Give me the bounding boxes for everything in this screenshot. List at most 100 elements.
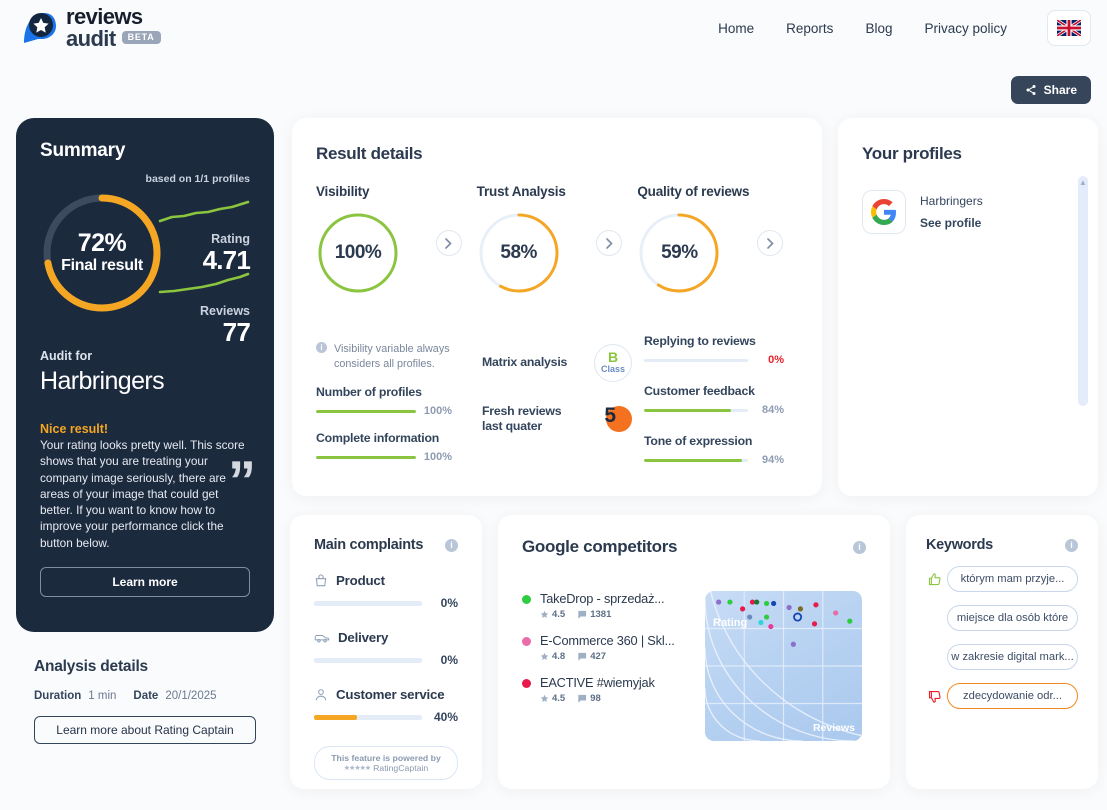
- comment-icon: [578, 652, 587, 661]
- rating-label: Rating: [211, 232, 250, 246]
- rating-captain-button[interactable]: Learn more about Rating Captain: [34, 716, 256, 744]
- info-icon[interactable]: i: [445, 538, 458, 552]
- competitor-row[interactable]: E-Commerce 360 | Skl... 4.8 427: [522, 633, 697, 662]
- complaint-product-track: [314, 600, 422, 606]
- summary-based-on: based on 1/1 profiles: [145, 173, 250, 185]
- chevron-right-icon: [766, 237, 774, 249]
- scatter-x-axis-label: Reviews: [812, 722, 855, 734]
- complaint-product-label: Product: [336, 573, 385, 588]
- rating-value: 4.71: [202, 245, 251, 275]
- powered-by-text: This feature is powered by: [331, 753, 441, 763]
- metric-trust-label: Trust Analysis: [476, 184, 566, 199]
- nav-item-privacy-policy[interactable]: Privacy policy: [924, 21, 1007, 36]
- metric-visibility: Visibility 100%: [316, 184, 477, 295]
- competitor-color-dot: [522, 595, 531, 604]
- main-complaints-title: Main complaints: [314, 537, 424, 553]
- bar-number-of-profiles-track: [316, 409, 416, 413]
- logo-text-audit: audit: [66, 26, 116, 51]
- keyword-pill[interactable]: w zakresie digital mark...: [947, 644, 1078, 670]
- visibility-detail-column: i Visibility variable always considers a…: [316, 326, 486, 463]
- keyword-pill[interactable]: zdecydowanie odr...: [947, 683, 1078, 709]
- keyword-row: którym mam przyje...: [926, 566, 1078, 592]
- person-icon: [315, 688, 327, 700]
- stars-icon: ★★★★★: [343, 765, 371, 772]
- complaint-customer-service-label: Customer service: [336, 687, 445, 702]
- thumb-down-icon: [926, 689, 942, 704]
- share-icon: [1026, 85, 1036, 95]
- bar-customer-feedback: Customer feedback 84%: [644, 384, 784, 416]
- star-icon: [540, 652, 549, 660]
- summary-title: Summary: [40, 140, 126, 161]
- info-icon[interactable]: i: [316, 342, 327, 353]
- thumb-up-icon: [926, 572, 942, 587]
- keyword-row: w zakresie digital mark...: [926, 644, 1078, 670]
- beta-badge: BETA: [121, 30, 161, 44]
- competitor-rating: 4.5: [552, 693, 566, 704]
- bar-number-of-profiles: Number of profiles 100%: [316, 385, 452, 417]
- competitor-row[interactable]: EACTIVE #wiemyjak 4.5 98: [522, 675, 697, 704]
- metric-quality-expand-button[interactable]: [757, 230, 784, 256]
- truck-icon: [314, 634, 330, 642]
- your-profiles-title: Your profiles: [862, 144, 962, 163]
- visibility-note-text: Visibility variable always considers all…: [334, 343, 450, 370]
- profile-item[interactable]: Harbringers See profile: [862, 190, 1074, 234]
- brand-logo[interactable]: reviews audit BETA: [20, 6, 161, 50]
- language-switcher-button[interactable]: [1047, 10, 1091, 46]
- fresh-reviews-badge: 5: [592, 404, 632, 434]
- complaint-customer-service-value: 40%: [433, 710, 458, 724]
- complaint-product-value: 0%: [440, 596, 458, 610]
- reviews-sparkline-icon: [158, 272, 250, 294]
- quote-decoration: ”: [228, 449, 256, 512]
- metric-quality-label: Quality of reviews: [637, 184, 750, 199]
- complaint-customer-service: Customer service 40%: [314, 687, 458, 724]
- keyword-pill[interactable]: miejsce dla osób które: [947, 605, 1078, 631]
- complaint-delivery: Delivery 0%: [314, 630, 458, 667]
- keyword-pill[interactable]: którym mam przyje...: [947, 566, 1078, 592]
- page-header: reviews audit BETA Home Reports Blog Pri…: [0, 0, 1107, 56]
- analysis-details: Analysis details Duration 1 min Date 20/…: [34, 658, 274, 744]
- verdict-title: Nice result!: [40, 422, 109, 436]
- bar-complete-information: Complete information 100%: [316, 431, 452, 463]
- competitor-row[interactable]: TakeDrop - sprzedaż... 4.5 1381: [522, 591, 697, 620]
- analysis-details-title: Analysis details: [34, 658, 148, 675]
- keyword-row: zdecydowanie odr...: [926, 683, 1078, 709]
- complaint-delivery-value: 0%: [440, 653, 458, 667]
- complaint-customer-service-track: [314, 714, 422, 720]
- learn-more-button[interactable]: Learn more: [40, 566, 250, 597]
- competitor-rating: 4.8: [552, 651, 566, 662]
- complaint-delivery-label: Delivery: [338, 630, 389, 645]
- matrix-analysis-row: Matrix analysis B Class: [482, 344, 632, 382]
- summary-gauges: 72% Final result Rating 4.71 Reviews 77: [40, 189, 251, 345]
- bar-complete-information-track: [316, 455, 416, 459]
- share-button[interactable]: Share: [1010, 76, 1091, 104]
- complaint-product: Product 0%: [314, 573, 458, 610]
- competitor-list: TakeDrop - sprzedaż... 4.5 1381 E-Commer…: [522, 591, 697, 741]
- final-result-percent: 72%: [77, 228, 127, 257]
- star-icon: [540, 610, 549, 618]
- competitor-name: TakeDrop - sprzedaż...: [540, 591, 665, 606]
- nav-item-reports[interactable]: Reports: [786, 21, 833, 36]
- main-nav: Home Reports Blog Privacy policy: [718, 10, 1091, 46]
- powered-by-rating-captain[interactable]: This feature is powered by ★★★★★ RatingC…: [314, 746, 458, 780]
- metric-trust-expand-button[interactable]: [596, 230, 623, 256]
- bar-complete-information-value: 100%: [423, 451, 452, 464]
- metric-trust-value: 58%: [500, 242, 537, 263]
- see-profile-link[interactable]: See profile: [920, 216, 983, 230]
- metric-visibility-expand-button[interactable]: [435, 230, 462, 256]
- info-icon[interactable]: i: [1065, 538, 1078, 552]
- bar-number-of-profiles-label: Number of profiles: [316, 385, 422, 400]
- logo-text-reviews: reviews: [66, 4, 143, 29]
- fresh-reviews-label: Fresh reviews last quater: [482, 404, 562, 434]
- nav-item-home[interactable]: Home: [718, 21, 754, 36]
- nav-item-blog[interactable]: Blog: [865, 21, 892, 36]
- scroll-up-caret-icon: ▲: [1079, 178, 1087, 187]
- uk-flag-icon: [1057, 20, 1081, 36]
- profile-name: Harbringers: [920, 194, 983, 208]
- info-icon[interactable]: i: [853, 540, 866, 554]
- profiles-scrollbar[interactable]: ▲: [1078, 176, 1088, 406]
- scatter-y-axis-label: Rating: [713, 617, 748, 629]
- bar-tone-track: [644, 458, 748, 462]
- google-icon: [862, 190, 906, 234]
- result-details-card: Result details Visibility 100% Trust Ana…: [292, 118, 822, 496]
- comment-icon: [578, 610, 587, 619]
